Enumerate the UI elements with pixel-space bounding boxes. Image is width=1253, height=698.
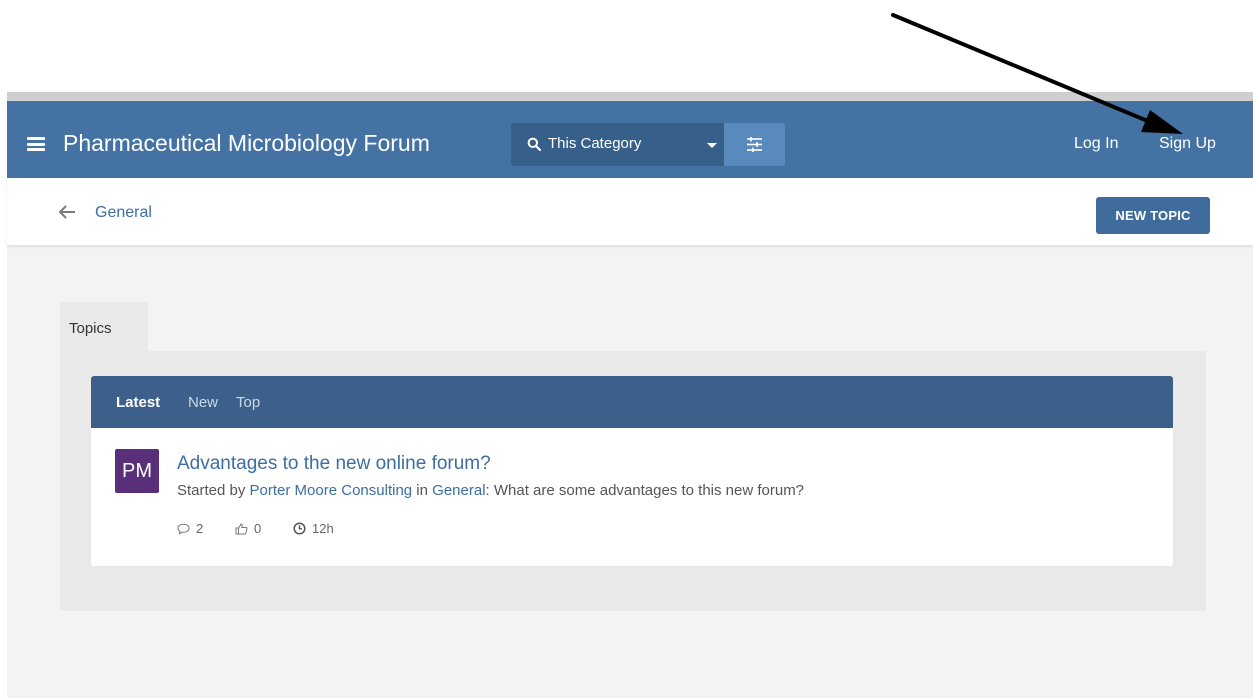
topic-list-card: Latest New Top PM Advantages to the new … [91, 376, 1173, 566]
screenshot-top-margin [0, 0, 1253, 92]
signup-link[interactable]: Sign Up [1159, 135, 1216, 153]
search-filter-button[interactable] [724, 123, 785, 166]
tab-topics-label: Topics [69, 320, 112, 337]
hamburger-menu-icon[interactable] [27, 137, 45, 151]
speech-bubble-icon [177, 523, 190, 535]
site-header: Pharmaceutical Microbiology Forum This C… [7, 101, 1253, 178]
tab-top[interactable]: Top [236, 394, 260, 411]
breadcrumb-bar: General NEW TOPIC [7, 178, 1253, 245]
clock-icon [293, 522, 306, 535]
tab-topics[interactable]: Topics [60, 302, 148, 352]
back-arrow-icon[interactable] [58, 205, 76, 219]
forum-app: Pharmaceutical Microbiology Forum This C… [7, 101, 1253, 698]
topic-title-link[interactable]: Advantages to the new online forum? [177, 453, 491, 475]
like-count-stat: 0 [235, 521, 261, 536]
browser-frame-edge [7, 92, 1253, 101]
search-scope-label: This Category [548, 135, 642, 152]
new-topic-button[interactable]: NEW TOPIC [1096, 197, 1210, 234]
filter-sliders-icon [747, 137, 762, 152]
reply-count-stat: 2 [177, 521, 203, 536]
in-text: in [416, 482, 428, 499]
thumbs-up-icon [235, 522, 248, 534]
reply-count: 2 [196, 521, 204, 536]
site-title[interactable]: Pharmaceutical Microbiology Forum [63, 130, 430, 157]
login-link[interactable]: Log In [1074, 135, 1118, 153]
like-count: 0 [254, 521, 262, 536]
topic-meta: Started by Porter Moore Consulting in Ge… [177, 482, 804, 499]
topic-list-tabs: Latest New Top [91, 376, 1173, 428]
search-icon [527, 137, 541, 151]
topic-excerpt: : What are some advantages to this new f… [485, 482, 805, 499]
breadcrumb-category-link[interactable]: General [95, 204, 152, 222]
tab-latest[interactable]: Latest [116, 394, 160, 411]
caret-down-icon [707, 143, 717, 148]
tab-new[interactable]: New [188, 394, 218, 411]
topic-age-stat: 12h [293, 521, 334, 536]
category-link[interactable]: General [432, 482, 485, 499]
search-scope-select[interactable]: This Category [511, 123, 724, 166]
topic-age: 12h [312, 521, 334, 536]
avatar[interactable]: PM [115, 449, 159, 493]
started-by-text: Started by [177, 482, 246, 499]
author-link[interactable]: Porter Moore Consulting [250, 482, 413, 499]
topics-panel: Latest New Top PM Advantages to the new … [60, 351, 1206, 611]
